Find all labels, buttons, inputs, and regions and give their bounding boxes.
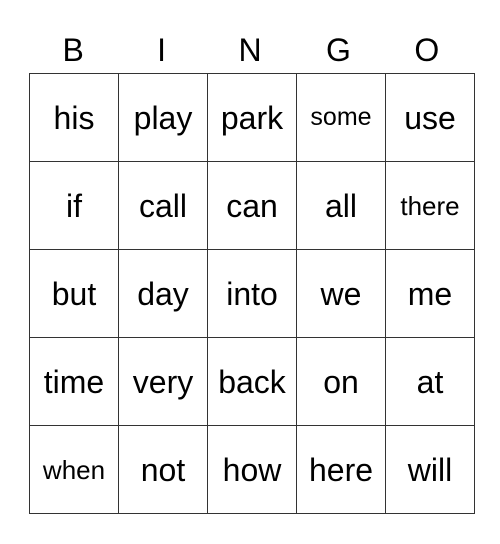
card-cell[interactable]: at: [385, 337, 475, 426]
header-letter-o: O: [414, 32, 440, 68]
card-cell[interactable]: but: [29, 249, 119, 338]
card-cell[interactable]: not: [118, 425, 208, 514]
header-letter-b: B: [62, 32, 84, 68]
card-cell[interactable]: into: [207, 249, 297, 338]
card-cell[interactable]: can: [207, 161, 297, 250]
header-letter-g: G: [325, 32, 351, 68]
card-cell[interactable]: on: [296, 337, 386, 426]
card-cell[interactable]: me: [385, 249, 475, 338]
card-cell[interactable]: here: [296, 425, 386, 514]
card-cell[interactable]: his: [29, 73, 119, 162]
card-cell[interactable]: back: [207, 337, 297, 426]
card-cell[interactable]: all: [296, 161, 386, 250]
card-cell[interactable]: call: [118, 161, 208, 250]
card-row: but day into we me: [29, 249, 475, 338]
card-cell[interactable]: we: [296, 249, 386, 338]
card-row: time very back on at: [29, 337, 475, 426]
bingo-card: his play park some use if call can all t…: [29, 73, 475, 514]
card-cell[interactable]: time: [29, 337, 119, 426]
card-cell[interactable]: there: [385, 161, 475, 250]
header-letter-n: N: [238, 32, 262, 68]
card-cell[interactable]: if: [29, 161, 119, 250]
card-cell[interactable]: when: [29, 425, 119, 514]
card-cell[interactable]: park: [207, 73, 297, 162]
card-cell[interactable]: will: [385, 425, 475, 514]
card-cell[interactable]: play: [118, 73, 208, 162]
bingo-header: B I N G O: [29, 28, 471, 72]
card-cell[interactable]: some: [296, 73, 386, 162]
card-cell[interactable]: day: [118, 249, 208, 338]
card-cell[interactable]: how: [207, 425, 297, 514]
header-letter-i: I: [157, 32, 167, 68]
card-cell[interactable]: very: [118, 337, 208, 426]
card-row: his play park some use: [29, 73, 475, 162]
card-cell[interactable]: use: [385, 73, 475, 162]
card-row: if call can all there: [29, 161, 475, 250]
card-row: when not how here will: [29, 425, 475, 514]
